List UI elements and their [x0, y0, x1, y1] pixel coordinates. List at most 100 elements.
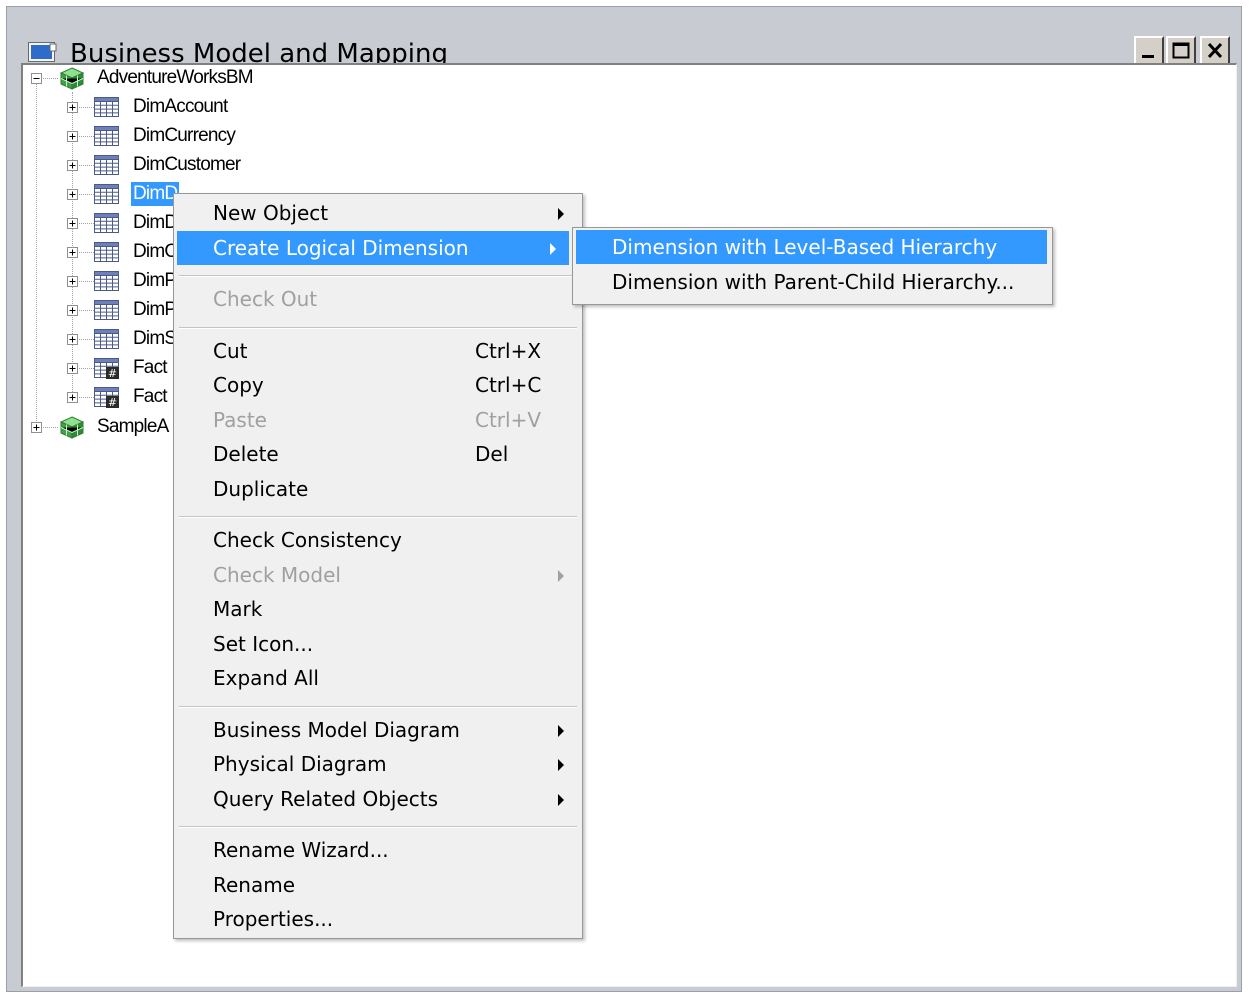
tree-node-business-model[interactable]: SampleA: [95, 415, 171, 439]
expand-toggle[interactable]: [67, 218, 78, 229]
submenu-arrow-icon: [558, 759, 564, 771]
menu-item-label: Paste: [213, 407, 267, 432]
tree-guide-line: [79, 281, 94, 282]
business-model-cube-icon: [59, 415, 85, 443]
menu-item-shortcut: Ctrl+V: [475, 407, 542, 432]
tree-node-logical-table[interactable]: DimAccount: [131, 95, 229, 119]
expand-toggle[interactable]: [67, 334, 78, 345]
menu-item-expand-all[interactable]: Expand All: [177, 661, 577, 695]
minimize-button[interactable]: [1134, 36, 1164, 66]
menu-item-shortcut: Ctrl+X: [475, 338, 542, 363]
menu-item-label: Expand All: [213, 666, 319, 690]
window-icon: [28, 42, 58, 64]
title-bar[interactable]: Business Model and Mapping: [8, 14, 1234, 69]
menu-item-mark[interactable]: Mark: [177, 592, 577, 626]
menu-item-label: Check Consistency: [213, 528, 402, 552]
menu-item-shortcut: Del: [475, 442, 509, 466]
table-icon: [93, 327, 121, 355]
table-icon: [93, 95, 121, 123]
expand-toggle[interactable]: [67, 160, 78, 171]
minimize-icon: [1142, 55, 1154, 58]
create-logical-dimension-submenu: Dimension with Level-Based Hierarchy Dime…: [572, 227, 1053, 305]
tree-guide-line: [79, 194, 94, 195]
menu-item-label: Dimension with Parent-Child Hierarchy...: [612, 270, 1015, 294]
menu-item-label: Rename: [213, 872, 296, 897]
menu-item-label: Delete: [213, 442, 279, 466]
tree-node-logical-table[interactable]: DimP: [131, 269, 178, 293]
tree-node-logical-table[interactable]: Fact: [131, 356, 169, 380]
menu-item-set-icon[interactable]: Set Icon...: [177, 627, 577, 661]
menu-item-paste: Paste Ctrl+V: [177, 403, 577, 437]
menu-item-duplicate[interactable]: Duplicate: [177, 472, 577, 506]
tree-guide-line: [79, 368, 94, 369]
submenu-arrow-icon: [558, 793, 564, 806]
expand-toggle[interactable]: [67, 189, 78, 200]
fact-table-icon: #: [93, 356, 121, 384]
menu-item-label: Check Model: [213, 562, 341, 587]
menu-separator: [179, 275, 577, 277]
expand-toggle[interactable]: [67, 131, 78, 142]
expand-toggle[interactable]: [67, 363, 78, 374]
close-button[interactable]: [1200, 36, 1230, 66]
tree-node-logical-table[interactable]: Fact: [131, 385, 169, 409]
close-icon: [1207, 42, 1223, 59]
expand-toggle[interactable]: [67, 247, 78, 258]
menu-item-check-out: Check Out: [177, 282, 577, 316]
tree-guide-line: [36, 83, 37, 427]
menu-item-business-model-diagram[interactable]: Business Model Diagram: [177, 713, 577, 747]
menu-separator: [179, 826, 577, 828]
menu-item-label: Dimension with Level-Based Hierarchy: [612, 235, 998, 259]
menu-item-label: Query Related Objects: [213, 786, 439, 811]
expand-toggle[interactable]: [67, 305, 78, 316]
tree-node-logical-table[interactable]: DimP: [131, 298, 178, 322]
tree-guide-line: [43, 78, 58, 79]
svg-text:#: #: [108, 367, 117, 380]
expand-toggle[interactable]: [67, 392, 78, 403]
table-icon: [93, 153, 121, 181]
tree-guide-line: [79, 136, 94, 137]
expand-toggle[interactable]: [67, 102, 78, 113]
tree-node-logical-table[interactable]: DimCustomer: [131, 153, 242, 177]
menu-item-physical-diagram[interactable]: Physical Diagram: [177, 747, 577, 781]
fact-table-icon: #: [93, 385, 121, 413]
expand-toggle[interactable]: [31, 422, 42, 433]
collapse-toggle[interactable]: [31, 73, 42, 84]
menu-separator: [179, 516, 577, 518]
submenu-arrow-icon: [558, 569, 564, 582]
expand-toggle[interactable]: [67, 276, 78, 287]
menu-item-create-logical-dimension[interactable]: Create Logical Dimension: [177, 230, 569, 265]
tree-guide-line: [43, 427, 58, 428]
menu-item-rename[interactable]: Rename: [177, 868, 577, 902]
menu-item-check-model: Check Model: [177, 558, 577, 592]
menu-item-copy[interactable]: Copy Ctrl+C: [177, 368, 577, 402]
menu-item-properties[interactable]: Properties...: [177, 902, 577, 936]
table-icon: [93, 124, 121, 152]
menu-item-label: Copy: [213, 373, 264, 397]
maximize-button[interactable]: [1166, 36, 1196, 66]
menu-separator: [179, 705, 577, 708]
menu-item-query-related-objects[interactable]: Query Related Objects: [177, 782, 577, 816]
submenu-item-dimension-with-parent-child-hierarchy[interactable]: Dimension with Parent-Child Hierarchy...: [576, 265, 1048, 299]
tree-guide-line: [79, 397, 94, 398]
business-model-cube-icon: [59, 66, 85, 94]
menu-separator: [179, 326, 577, 329]
table-icon: [93, 269, 121, 297]
menu-item-check-consistency[interactable]: Check Consistency: [177, 523, 577, 557]
table-icon: [93, 182, 121, 210]
menu-item-cut[interactable]: Cut Ctrl+X: [177, 334, 577, 368]
menu-item-label: Set Icon...: [213, 631, 314, 656]
svg-text:#: #: [108, 396, 117, 409]
menu-item-new-object[interactable]: New Object: [177, 196, 577, 230]
tree-node-logical-table[interactable]: DimCurrency: [131, 124, 237, 148]
menu-item-label: New Object: [213, 201, 329, 225]
tree-node-business-model[interactable]: AdventureWorksBM: [95, 66, 255, 90]
tree-node-logical-table[interactable]: DimS: [131, 327, 178, 351]
tree-guide-line: [79, 107, 94, 108]
menu-item-label: Create Logical Dimension: [213, 235, 469, 260]
menu-item-rename-wizard[interactable]: Rename Wizard...: [177, 833, 577, 867]
table-icon: [93, 211, 121, 239]
menu-item-label: Mark: [213, 597, 263, 621]
menu-item-delete[interactable]: Delete Del: [177, 437, 577, 471]
submenu-item-dimension-with-level-based-hierarchy[interactable]: Dimension with Level-Based Hierarchy: [576, 230, 1047, 264]
menu-item-label: Properties...: [213, 907, 334, 931]
